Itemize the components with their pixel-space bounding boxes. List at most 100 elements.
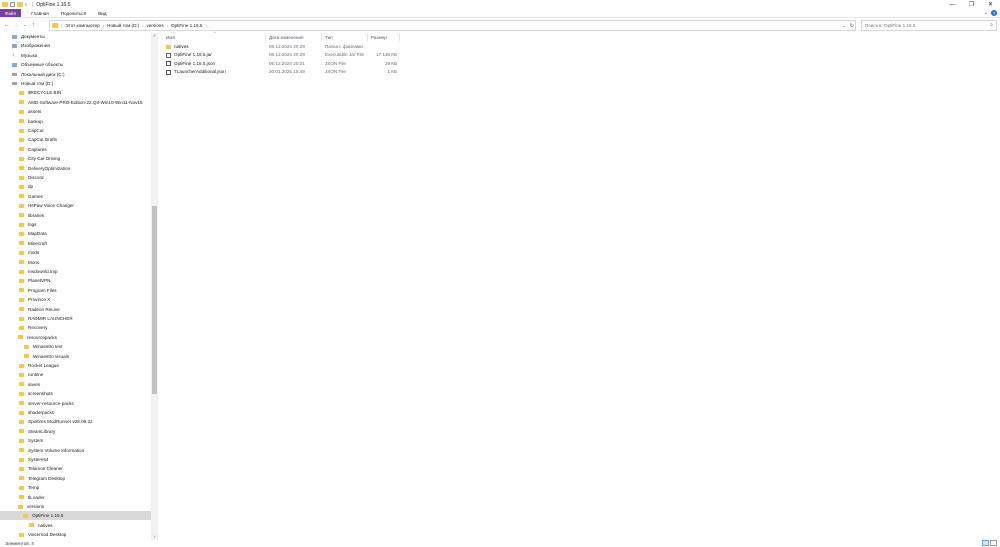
navpane-item[interactable]: Captures xyxy=(0,145,151,154)
navpane-item[interactable]: Winaestro visuals xyxy=(0,352,151,361)
navpane-item[interactable]: Minecraft xyxy=(0,239,151,248)
navpane-item[interactable]: natives xyxy=(0,521,151,530)
navpane-item[interactable]: MapData xyxy=(0,229,151,238)
navpane-item[interactable]: City Car Driving xyxy=(0,154,151,163)
forward-button[interactable]: → xyxy=(12,20,22,30)
close-button[interactable]: ✕ xyxy=(981,0,1000,9)
navpane-item[interactable]: Документы xyxy=(0,33,151,41)
navpane-item[interactable]: RADMIR LAUNCHER xyxy=(0,314,151,323)
navpane-item[interactable]: $RECYCLE.BIN xyxy=(0,88,151,97)
file-name-cell[interactable]: OptiFine 1.16.5.jar xyxy=(166,51,212,59)
breadcrumb-chevron-icon[interactable]: › xyxy=(204,23,207,28)
maximize-button[interactable]: ❐ xyxy=(962,0,981,9)
navpane-item[interactable]: dp xyxy=(0,182,151,191)
navpane-item[interactable]: Объемные объекты xyxy=(0,60,151,69)
scroll-up-icon[interactable]: ˄ xyxy=(151,33,158,39)
navpane-item[interactable]: server-resource-packs xyxy=(0,399,151,408)
navpane-item[interactable]: OptiFine 1.16.5 xyxy=(0,511,151,521)
file-name: natives xyxy=(174,44,189,49)
file-name-cell[interactable]: TLauncherAdditional.json xyxy=(166,68,226,76)
file-row[interactable]: natives 06.12.2024 20:29 Папка с файлами xyxy=(163,43,403,51)
navpane-item[interactable]: Изображения xyxy=(0,41,151,50)
navpane-item[interactable]: saves xyxy=(0,380,151,389)
file-row[interactable]: TLauncherAdditional.json 20.01.2025 15:49… xyxy=(163,68,403,76)
navpane-item[interactable]: Spintires MudRunner v28.09.22 xyxy=(0,417,151,426)
breadcrumb-optifine[interactable]: OptiFine 1.16.5 xyxy=(169,23,204,28)
file-type: Папка с файлами xyxy=(325,44,363,49)
navigation-pane-scrollbar[interactable]: ˄ ˅ xyxy=(151,33,158,540)
navpane-item[interactable]: Rocket League xyxy=(0,361,151,370)
navpane-item[interactable]: libraries xyxy=(0,211,151,220)
navpane-item[interactable]: PlanetVPN xyxy=(0,276,151,285)
navpane-item[interactable]: Temp xyxy=(0,483,151,492)
navpane-item[interactable]: Telamon Cleaner xyxy=(0,464,151,473)
navpane-item[interactable]: versions xyxy=(0,502,151,511)
navpane-item[interactable]: Winaestro text xyxy=(0,342,151,351)
file-name-cell[interactable]: natives xyxy=(166,43,189,51)
navpane-item[interactable]: SteamLibrary xyxy=(0,427,151,436)
properties-icon[interactable] xyxy=(10,2,15,7)
search-input[interactable] xyxy=(862,22,979,29)
navpane-item[interactable]: shaderpacks xyxy=(0,408,151,417)
navpane-item[interactable]: Discord xyxy=(0,173,151,182)
up-button[interactable]: ↑ xyxy=(28,20,38,30)
tab-share[interactable]: Поделиться xyxy=(55,9,92,17)
navpane-item[interactable]: ♪ Музыка xyxy=(0,51,151,60)
navpane-item[interactable]: Recovery xyxy=(0,323,151,332)
navpane-item[interactable]: Radeon ReLive xyxy=(0,305,151,314)
tab-file[interactable]: Файл xyxy=(0,9,22,17)
navpane-item[interactable]: logs xyxy=(0,220,151,229)
large-icons-view-icon[interactable] xyxy=(990,540,997,546)
navpane-item[interactable]: Новый том (D:) xyxy=(0,79,151,88)
navpane-item[interactable]: CapCut Drafts xyxy=(0,135,151,144)
navpane-item[interactable]: tlLoader xyxy=(0,493,151,502)
breadcrumb-this-pc[interactable]: Этот компьютер xyxy=(63,23,101,28)
customize-quick-access-icon[interactable]: ≡ xyxy=(25,2,30,7)
new-folder-icon[interactable] xyxy=(17,2,23,7)
folder-icon xyxy=(166,45,171,49)
column-header-date[interactable]: Дата изменения xyxy=(266,33,322,41)
navpane-item[interactable]: System xyxy=(0,436,151,445)
navpane-item[interactable]: backup xyxy=(0,117,151,126)
navpane-item[interactable]: mods xyxy=(0,248,151,257)
navpane-item[interactable]: Локальный диск (C:) xyxy=(0,70,151,79)
expand-ribbon-icon[interactable]: ⌄ xyxy=(984,10,988,16)
navpane-item[interactable]: runtime xyxy=(0,370,151,379)
file-name-cell[interactable]: OptiFine 1.16.5.json xyxy=(166,60,215,68)
navpane-item[interactable]: HitPaw Voice Changer xyxy=(0,201,151,210)
navpane-item[interactable]: DeliveryOptimization xyxy=(0,164,151,173)
navpane-item[interactable]: Mono xyxy=(0,258,151,267)
refresh-icon[interactable]: ↻ xyxy=(850,21,854,30)
navpane-item[interactable]: System Volume Information xyxy=(0,446,151,455)
navpane-item[interactable]: Telegram Desktop xyxy=(0,474,151,483)
navpane-item[interactable]: System64 xyxy=(0,455,151,464)
navpane-item[interactable]: assets xyxy=(0,107,151,116)
column-header-type[interactable]: Тип xyxy=(322,33,368,41)
address-dropdown-icon[interactable]: ⌄ xyxy=(842,21,846,30)
address-bar[interactable]: › Этот компьютер › Новый том (D:) › vers… xyxy=(49,20,856,31)
breadcrumb-drive-d[interactable]: Новый том (D:) xyxy=(105,23,141,28)
navpane-item[interactable]: Program Files xyxy=(0,286,151,295)
search-icon[interactable]: ⌕ xyxy=(990,22,993,28)
jar-file-icon xyxy=(166,52,171,58)
tab-view[interactable]: Вид xyxy=(92,9,112,17)
navpane-item[interactable]: Province X xyxy=(0,295,151,304)
file-row[interactable]: OptiFine 1.16.5.json 06.12.2024 20:21 JSON… xyxy=(163,60,403,68)
scrollbar-thumb[interactable] xyxy=(152,206,157,394)
tab-home[interactable]: Главная xyxy=(25,9,54,17)
navpane-item[interactable]: Voicemod Desktop xyxy=(0,530,151,539)
navpane-item[interactable]: resourcepacks xyxy=(0,333,151,342)
file-row[interactable]: OptiFine 1.16.5.jar 06.12.2024 20:29 Execu… xyxy=(163,51,403,59)
breadcrumb-versions[interactable]: versions xyxy=(145,23,166,28)
column-header-size[interactable]: Размер xyxy=(368,33,400,41)
navpane-item[interactable]: screenshots xyxy=(0,389,151,398)
help-icon[interactable]: ? xyxy=(991,10,997,16)
navpane-item[interactable]: msdownld.tmp xyxy=(0,267,151,276)
navpane-item[interactable]: AMD-Software-PRO-Edition-22.Q4-Win10-Win… xyxy=(0,98,151,107)
navpane-item[interactable]: CapCut xyxy=(0,126,151,135)
minimize-button[interactable]: — xyxy=(943,0,962,9)
search-box[interactable]: ⌕ xyxy=(861,20,997,31)
navpane-item[interactable]: Games xyxy=(0,192,151,201)
details-view-icon[interactable] xyxy=(982,540,989,546)
back-button[interactable]: ← xyxy=(2,20,12,30)
